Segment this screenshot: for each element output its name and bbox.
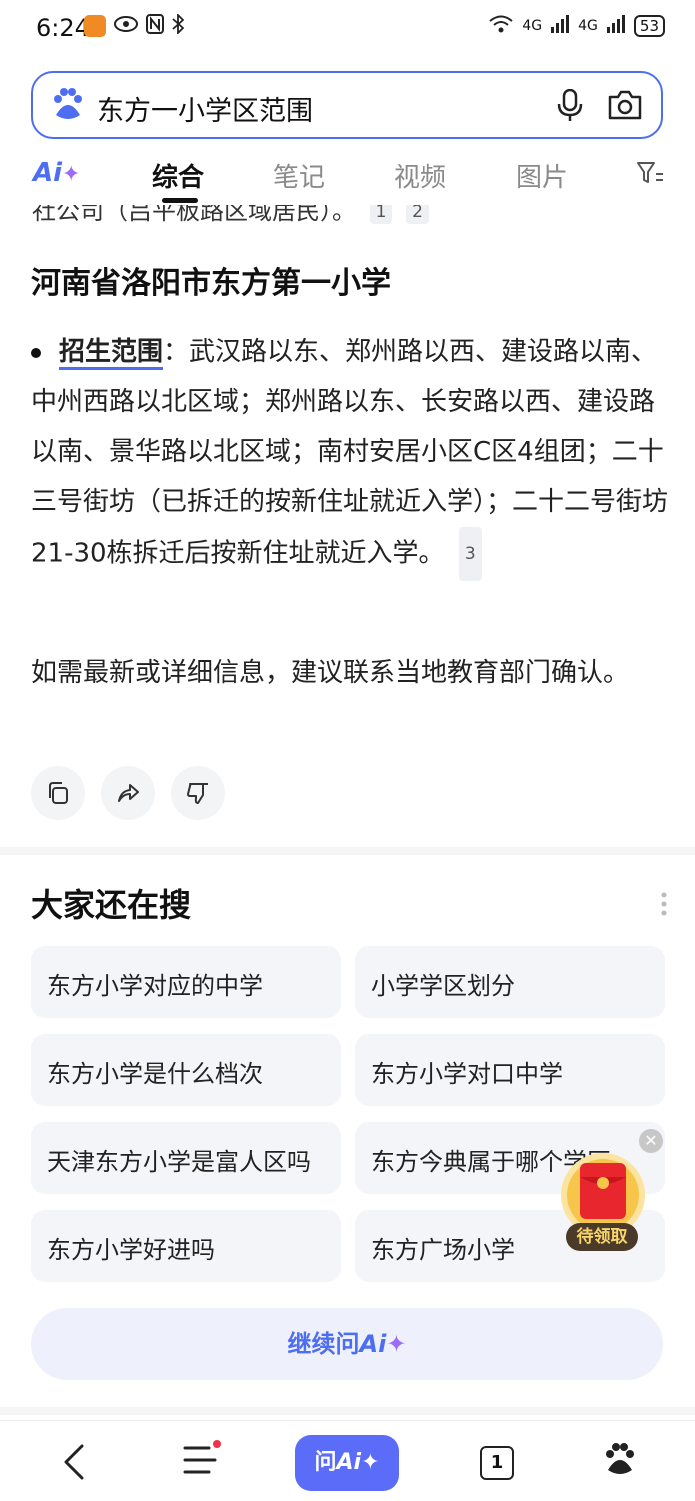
- share-button[interactable]: [101, 766, 155, 820]
- tab-notes[interactable]: 笔记: [273, 157, 325, 194]
- related-searches-title: 大家还在搜: [31, 886, 192, 924]
- enrollment-range-text: ：武汉路以东、郑州路以西、建设路以南、中州西路以北区域；郑州路以东、长安路以西、…: [31, 337, 669, 569]
- close-icon[interactable]: ✕: [639, 1129, 663, 1153]
- status-icons-right: 4G 4G 53: [488, 14, 665, 38]
- school-title: 河南省洛阳市东方第一小学: [31, 266, 391, 301]
- continue-ask-button[interactable]: 继续问Ai✦: [31, 1308, 663, 1380]
- ask-ai-label: Ai: [336, 1450, 362, 1475]
- sparkle-icon: ✦: [386, 1330, 407, 1358]
- wifi-icon: [488, 14, 514, 38]
- tab-images[interactable]: 图片: [516, 157, 568, 194]
- related-search-item[interactable]: 小学学区划分: [355, 946, 665, 1018]
- back-icon[interactable]: [62, 1444, 86, 1484]
- menu-icon[interactable]: [183, 1440, 223, 1482]
- bluetooth-icon: [172, 12, 185, 38]
- tab-video[interactable]: 视频: [394, 157, 446, 194]
- copy-icon: [49, 782, 68, 804]
- enrollment-range-label[interactable]: 招生范围: [59, 337, 164, 370]
- citation-3[interactable]: 3: [458, 527, 482, 581]
- red-packet-widget[interactable]: 待领取: [558, 1151, 648, 1253]
- tab-comprehensive[interactable]: 综合: [152, 157, 204, 194]
- search-input[interactable]: 东方一小学区范围: [97, 89, 313, 128]
- related-search-item[interactable]: 东方小学好进吗: [31, 1210, 341, 1282]
- ask-label: 问: [314, 1450, 337, 1475]
- advice-note: 如需最新或详细信息，建议联系当地教育部门确认。: [31, 658, 630, 688]
- eye-icon: [114, 15, 138, 37]
- related-search-item[interactable]: 东方小学对应的中学: [31, 946, 341, 1018]
- related-search-item[interactable]: 天津东方小学是富人区吗: [31, 1122, 341, 1194]
- share-icon: [118, 784, 139, 802]
- tab-count-button[interactable]: 1: [480, 1446, 514, 1480]
- section-divider: [0, 847, 695, 855]
- sparkle-icon: ✦: [361, 1450, 380, 1475]
- signal-icon-2: [606, 15, 626, 37]
- cut-off-text: 社公司（吕平板路区域居民）。: [32, 205, 356, 225]
- battery-indicator: 53: [633, 15, 665, 37]
- status-time: 6:24: [36, 14, 90, 42]
- status-bar: 6:24 4G 4G 53: [0, 0, 695, 58]
- signal-icon-1: [550, 15, 570, 37]
- citation-2[interactable]: 2: [406, 205, 429, 224]
- continue-ai-label: Ai: [359, 1330, 387, 1358]
- continue-ask-label: 继续问: [287, 1330, 360, 1358]
- sparkle-icon: ✦: [62, 162, 81, 187]
- ask-ai-button[interactable]: 问Ai✦: [295, 1435, 399, 1491]
- app-notification-icon: [84, 15, 106, 37]
- thumbs-down-icon: [187, 783, 208, 804]
- section-divider: [0, 1407, 695, 1415]
- signal-label-2: 4G: [578, 18, 598, 34]
- ai-tab-label: Ai: [33, 158, 63, 188]
- microphone-icon[interactable]: [557, 88, 583, 127]
- baidu-paw-icon: [51, 87, 85, 127]
- search-bar[interactable]: 东方一小学区范围: [31, 71, 663, 139]
- copy-button[interactable]: [31, 766, 85, 820]
- ai-tab[interactable]: Ai✦: [33, 158, 80, 188]
- nfc-icon: [146, 14, 164, 38]
- bullet-dot: [31, 347, 41, 358]
- citation-1[interactable]: 1: [369, 205, 393, 224]
- related-search-item[interactable]: 东方小学对口中学: [355, 1034, 665, 1106]
- enrollment-bullet: 招生范围：武汉路以东、郑州路以西、建设路以南、中州西路以北区域；郑州路以东、长安…: [31, 327, 671, 581]
- camera-icon[interactable]: [607, 89, 643, 125]
- status-icons-left: [84, 12, 185, 38]
- cut-off-line: 社公司（吕平板路区域居民）。 1 2: [0, 205, 695, 226]
- red-packet-label: 待领取: [566, 1223, 638, 1251]
- filter-icon[interactable]: [636, 160, 664, 190]
- more-options-icon[interactable]: [661, 892, 667, 920]
- baidu-home-icon[interactable]: [603, 1442, 637, 1482]
- signal-label-1: 4G: [522, 18, 543, 34]
- active-tab-indicator: [162, 198, 198, 203]
- related-search-item[interactable]: 东方小学是什么档次: [31, 1034, 341, 1106]
- dislike-button[interactable]: [171, 766, 225, 820]
